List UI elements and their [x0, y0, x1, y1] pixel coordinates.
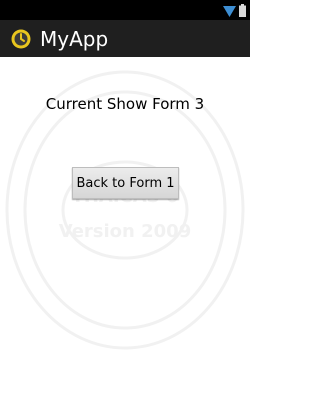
main-content: THAICAS 6 Version 2009 Current Show Form…	[0, 57, 250, 413]
app-icon[interactable]	[11, 29, 31, 49]
app-title: MyApp	[40, 26, 109, 51]
wifi-icon	[223, 6, 236, 17]
action-bar: MyApp	[0, 20, 250, 57]
screen: MyApp THAICAS 6 Version 2009 Current Sho…	[0, 0, 250, 413]
battery-icon	[239, 4, 246, 17]
svg-text:Version 2009: Version 2009	[59, 221, 191, 242]
page-heading: Current Show Form 3	[45, 95, 205, 113]
status-icons	[223, 3, 246, 17]
back-to-form-1-button[interactable]: Back to Form 1	[72, 167, 179, 199]
status-bar	[0, 0, 250, 20]
